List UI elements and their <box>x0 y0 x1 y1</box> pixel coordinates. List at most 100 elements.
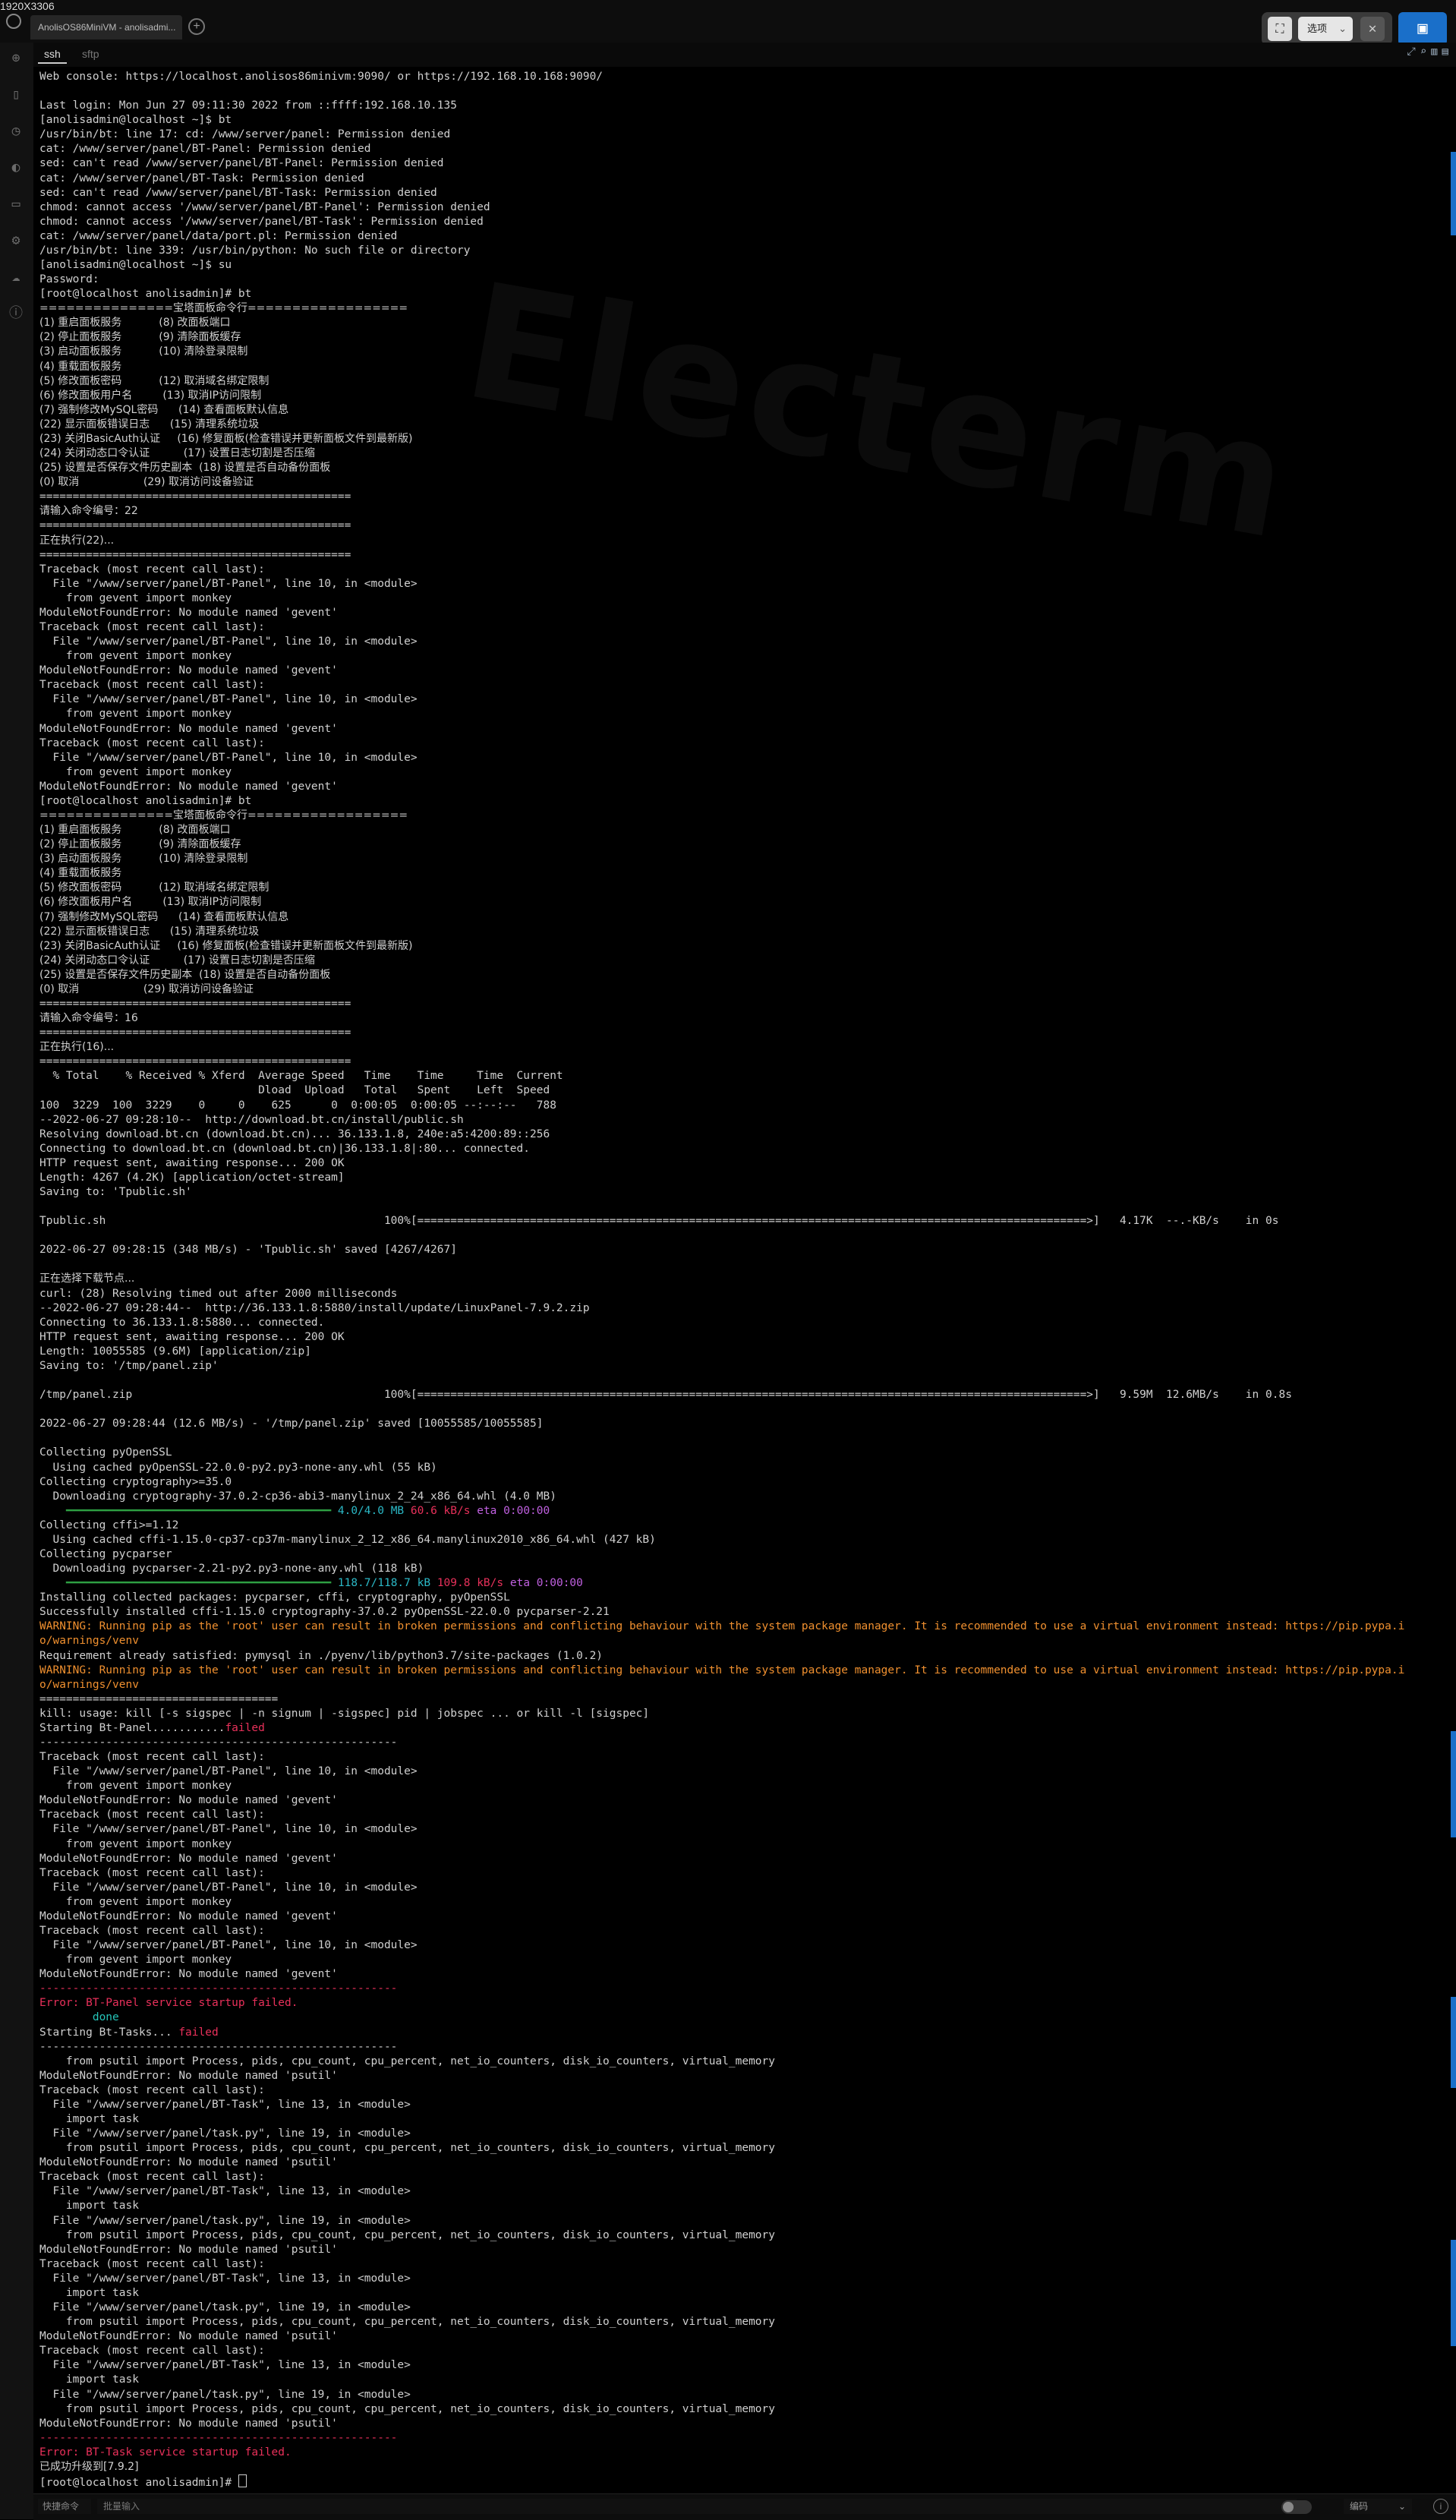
capture-icon[interactable]: ▣ <box>1398 12 1447 46</box>
line-text: [root@localhost anolisadmin]# bt <box>39 794 252 807</box>
line-text: done <box>39 2011 119 2024</box>
terminal-line: ModuleNotFoundError: No module named 'ps… <box>39 2156 1456 2170</box>
line-text: Using cached pyOpenSSL-22.0.0-py2.py3-no… <box>39 1461 437 1474</box>
line-text: ModuleNotFoundError: No module named 'ge… <box>39 722 338 735</box>
scroll-marker[interactable] <box>1451 1997 1456 2088</box>
line-text: chmod: cannot access '/www/server/panel/… <box>39 200 490 213</box>
scroll-marker[interactable] <box>1451 2240 1456 2346</box>
terminal-line: Saving to: '/tmp/panel.zip' <box>39 1359 1456 1374</box>
close-icon[interactable]: ✕ <box>1360 17 1385 41</box>
terminal-line: 正在选择下载节点... <box>39 1272 1456 1286</box>
terminal-line: Collecting pycparser <box>39 1547 1456 1562</box>
line-text: File "/www/server/panel/task.py", line 1… <box>39 2127 411 2140</box>
terminal-line: Traceback (most recent call last): <box>39 2344 1456 2358</box>
terminal-line: WARNING: Running pip as the 'root' user … <box>39 1664 1456 1678</box>
line-text: Collecting cffi>=1.12 <box>39 1519 179 1531</box>
terminal-line: chmod: cannot access '/www/server/panel/… <box>39 215 1456 229</box>
line-text: ========================================… <box>39 548 351 561</box>
cloud-icon[interactable]: ☁ <box>8 269 24 285</box>
terminal-line: (1) 重启面板服务 (8) 改面板端口 <box>39 316 1456 330</box>
terminal-line: import task <box>39 2373 1456 2387</box>
terminal-line: ModuleNotFoundError: No module named 'ps… <box>39 2417 1456 2431</box>
session-type-tabs: ssh sftp <box>33 43 1456 67</box>
terminal-line: cat: /www/server/panel/BT-Panel: Permiss… <box>39 142 1456 156</box>
image-icon[interactable]: ▭ <box>8 196 24 213</box>
line-text: (24) 关闭动态口令认证 (17) 设置日志切割是否压缩 <box>39 447 315 460</box>
quick-command-button[interactable]: 快捷命令 <box>38 2499 91 2514</box>
line-text: ----------------------------------------… <box>39 2431 398 2444</box>
terminal-line: /tmp/panel.zip 100%[====================… <box>39 1388 1456 1402</box>
screenshot-toolbar: ⛶ 选项 ⌄ ✕ <box>1262 12 1392 46</box>
terminal-line: from psutil import Process, pids, cpu_co… <box>39 2055 1456 2069</box>
scroll-marker[interactable] <box>1451 1731 1456 1837</box>
terminal-line: [root@localhost anolisadmin]# bt <box>39 287 1456 301</box>
terminal-line: cat: /www/server/panel/data/port.pl: Per… <box>39 229 1456 244</box>
line-text: Traceback (most recent call last): <box>39 1809 265 1821</box>
add-icon[interactable]: ⊕ <box>8 50 24 67</box>
terminal-line: (22) 显示面板错误日志 (15) 清理系统垃圾 <box>39 418 1456 432</box>
line-text: Saving to: 'Tpublic.sh' <box>39 1186 192 1199</box>
progress-bar: ━━━━━━━━━━━━━━━━━━━━━━━━━━━━━━━━━━━━━━━━ <box>65 1504 332 1517</box>
settings-icon[interactable]: ⚙ <box>8 232 24 249</box>
terminal-line: cat: /www/server/panel/BT-Task: Permissi… <box>39 172 1456 186</box>
terminal-line: ModuleNotFoundError: No module named 'ge… <box>39 780 1456 794</box>
options-dropdown[interactable]: 选项 ⌄ <box>1298 17 1353 41</box>
line-text: File "/www/server/panel/BT-Panel", line … <box>39 1881 418 1894</box>
terminal-line: 2022-06-27 09:28:44 (12.6 MB/s) - '/tmp/… <box>39 1417 1456 1431</box>
tab-sftp[interactable]: sftp <box>76 46 106 62</box>
line-text: (7) 强制修改MySQL密码 (14) 查看面板默认信息 <box>39 910 289 923</box>
line-text: ModuleNotFoundError: No module named 'ps… <box>39 2330 338 2343</box>
info-icon[interactable]: ⓘ <box>8 305 24 322</box>
terminal-line: File "/www/server/panel/BT-Panel", line … <box>39 577 1456 591</box>
tab-ssh[interactable]: ssh <box>38 46 67 64</box>
line-text: File "/www/server/panel/BT-Task", line 1… <box>39 2098 411 2111</box>
terminal-line: ===============宝塔面板命令行================== <box>39 301 1456 316</box>
line-text: Traceback (most recent call last): <box>39 736 265 749</box>
terminal-action-icons[interactable]: ⤢⌕▥▤ <box>1388 46 1456 64</box>
line-text: (24) 关闭动态口令认证 (17) 设置日志切割是否压缩 <box>39 954 315 967</box>
line-text: HTTP request sent, awaiting response... … <box>39 1156 345 1169</box>
encoding-select[interactable]: 编码 ⌄ <box>1344 2499 1412 2514</box>
line-text: 正在执行(16)... <box>39 1041 115 1054</box>
terminal-line: (2) 停止面板服务 (9) 清除面板缓存 <box>39 837 1456 852</box>
terminal-line: File "/www/server/panel/BT-Task", line 1… <box>39 2272 1456 2286</box>
terminal-line: from psutil import Process, pids, cpu_co… <box>39 2315 1456 2329</box>
terminal-line: Resolving download.bt.cn (download.bt.cn… <box>39 1128 1456 1142</box>
line-text: from gevent import monkey <box>39 1954 232 1966</box>
add-tab-button[interactable]: + <box>188 18 205 35</box>
theme-icon[interactable]: ◐ <box>8 159 24 176</box>
terminal-line: File "/www/server/panel/task.py", line 1… <box>39 2214 1456 2228</box>
line-text: Starting Bt-Tasks... <box>39 2026 179 2039</box>
terminal-line: 请输入命令编号：22 <box>39 504 1456 519</box>
bookmark-icon[interactable]: ▯ <box>8 87 24 103</box>
line-text: ===============宝塔面板命令行================== <box>39 809 408 822</box>
terminal-line: ModuleNotFoundError: No module named 'ge… <box>39 606 1456 620</box>
line-text: /tmp/panel.zip 100%[====================… <box>39 1389 1292 1402</box>
history-icon[interactable]: ◷ <box>8 123 24 140</box>
options-label: 选项 <box>1307 23 1328 34</box>
line-text: Resolving download.bt.cn (download.bt.cn… <box>39 1128 550 1140</box>
line-text: Collecting cryptography>=35.0 <box>39 1475 232 1488</box>
terminal-line: o/warnings/venv <box>39 1678 1456 1692</box>
line-text: Saving to: '/tmp/panel.zip' <box>39 1359 219 1372</box>
batch-toggle[interactable] <box>1281 2500 1312 2514</box>
line-text: Dload Upload Total Spent Left Speed <box>39 1084 550 1097</box>
terminal-line: File "/www/server/panel/BT-Task", line 1… <box>39 2358 1456 2373</box>
terminal-line: ModuleNotFoundError: No module named 'ge… <box>39 1967 1456 1982</box>
batch-input-field[interactable]: 批量输入 <box>97 2499 1297 2514</box>
line-text: (1) 重启面板服务 (8) 改面板端口 <box>39 824 231 837</box>
terminal-output[interactable]: Web console: https://localhost.anolisos8… <box>39 70 1456 2492</box>
line-text: (5) 修改面板密码 (12) 取消域名绑定限制 <box>39 882 269 894</box>
info-icon[interactable]: i <box>1433 2499 1448 2514</box>
terminal-line: /usr/bin/bt: line 17: cd: /www/server/pa… <box>39 128 1456 142</box>
terminal-line: 正在执行(16)... <box>39 1040 1456 1055</box>
crop-frame-icon[interactable]: ⛶ <box>1268 17 1292 41</box>
scroll-marker[interactable] <box>1451 152 1456 235</box>
line-text: sed: can't read /www/server/panel/BT-Pan… <box>39 157 444 170</box>
terminal-line: Length: 10055585 (9.6M) [application/zip… <box>39 1345 1456 1359</box>
session-tab[interactable]: AnolisOS86MiniVM - anolisadmi... <box>30 15 182 39</box>
terminal-line: ModuleNotFoundError: No module named 'ps… <box>39 2243 1456 2257</box>
line-text: from psutil import Process, pids, cpu_co… <box>39 2316 776 2329</box>
